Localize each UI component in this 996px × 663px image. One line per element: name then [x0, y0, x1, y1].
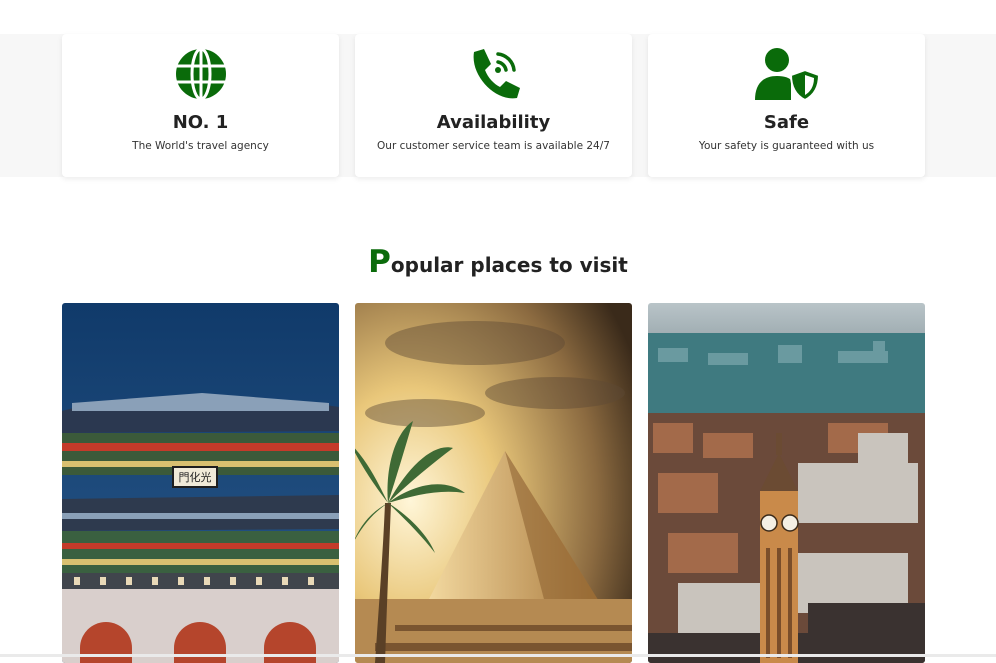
london-image	[648, 303, 925, 663]
section-title: Popular places to visit	[0, 244, 996, 280]
place-card-egypt[interactable]	[355, 303, 632, 663]
seoul-gate-image: 門化光	[62, 303, 339, 663]
title-rest: opular places to visit	[390, 253, 628, 277]
place-card-seoul[interactable]: 門化光	[62, 303, 339, 663]
feature-description: The World's travel agency	[132, 140, 269, 152]
feature-description: Our customer service team is available 2…	[377, 140, 610, 152]
pyramid-image	[355, 303, 632, 663]
feature-title: NO. 1	[172, 112, 229, 133]
feature-card-no1: NO. 1 The World's travel agency	[62, 34, 339, 177]
globe-icon	[173, 46, 229, 102]
gate-sign-text: 門化光	[179, 470, 212, 484]
title-initial: P	[368, 244, 391, 280]
phone-call-icon	[466, 46, 522, 102]
feature-card-safe: Safe Your safety is guaranteed with us	[648, 34, 925, 177]
feature-title: Availability	[436, 112, 551, 133]
feature-description: Your safety is guaranteed with us	[698, 140, 875, 152]
feature-card-availability: Availability Our customer service team i…	[355, 34, 632, 177]
place-card-london[interactable]	[648, 303, 925, 663]
user-shield-icon	[753, 46, 821, 102]
feature-title: Safe	[763, 112, 810, 133]
